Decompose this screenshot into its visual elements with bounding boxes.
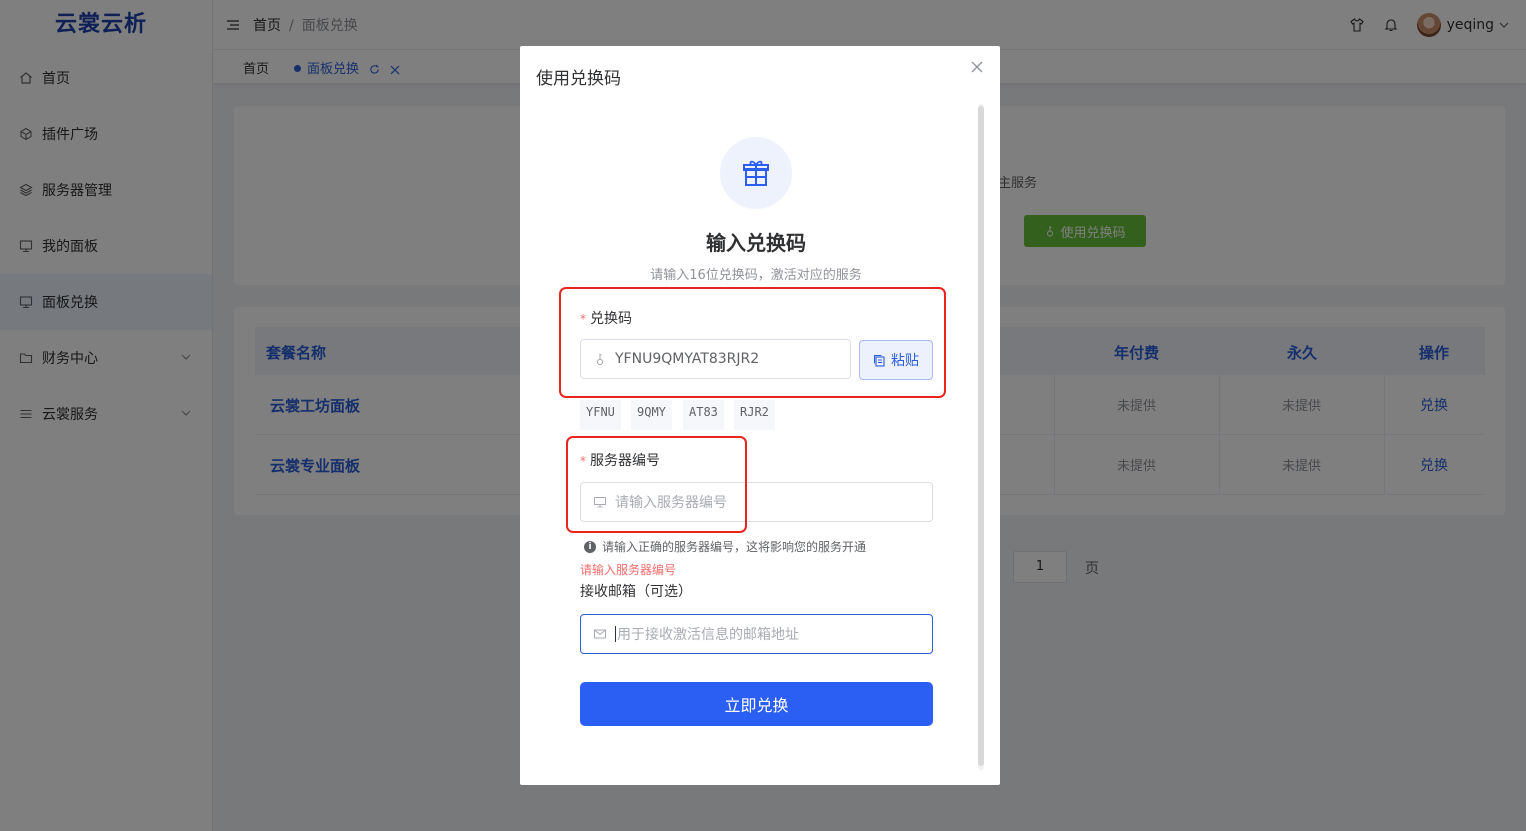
dialog-heading: 输入兑换码: [706, 231, 806, 255]
code-chip: YFNU: [580, 400, 621, 430]
info-icon: i: [584, 540, 596, 553]
gift-icon: [743, 160, 769, 186]
annotation-box-server: [566, 436, 747, 533]
mail-icon: [594, 629, 606, 639]
email-input[interactable]: 用于接收激活信息的邮箱地址: [580, 614, 933, 654]
redeem-now-button[interactable]: 立即兑换: [580, 682, 933, 726]
dialog-scrollbar[interactable]: [978, 104, 984, 770]
dialog-title: 使用兑换码: [536, 69, 621, 89]
server-hint-text: 请输入正确的服务器编号，这将影响您的服务开通: [602, 540, 867, 554]
server-error: 请输入服务器编号: [580, 563, 677, 577]
text-cursor: [615, 626, 616, 642]
gift-badge: [720, 137, 792, 209]
code-chip: RJR2: [734, 400, 775, 430]
close-icon[interactable]: [970, 60, 984, 74]
code-chip: 9QMY: [631, 400, 672, 430]
scrollbar-thumb[interactable]: [978, 106, 984, 766]
annotation-box-code: [559, 287, 946, 398]
email-label: 接收邮箱（可选）: [580, 584, 692, 600]
code-chip: AT83: [683, 400, 724, 430]
redeem-code-dialog: 使用兑换码 输入兑换码 请输入16位兑换码，激活对应的服务 * 兑换码 YFNU9…: [520, 46, 1000, 785]
server-hint: i 请输入正确的服务器编号，这将影响您的服务开通: [584, 538, 866, 555]
email-placeholder: 用于接收激活信息的邮箱地址: [617, 627, 799, 643]
dialog-subtitle: 请输入16位兑换码，激活对应的服务: [650, 268, 862, 283]
